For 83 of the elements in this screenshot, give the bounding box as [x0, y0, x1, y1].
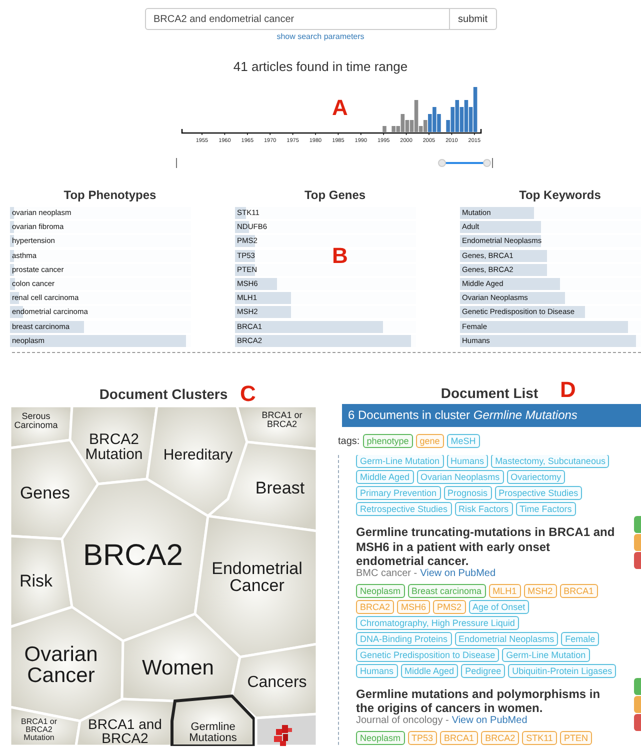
tag[interactable]: Ovarian Neoplasms	[416, 470, 504, 484]
submit-button[interactable]: submit	[450, 8, 496, 30]
journal-name: Journal of oncology -	[356, 714, 449, 726]
tag[interactable]: Humans	[446, 455, 488, 468]
feedback-button[interactable]	[634, 552, 641, 569]
tag[interactable]: MLH1	[488, 584, 521, 598]
tag[interactable]: Neoplasm	[356, 584, 405, 598]
journal-name: BMC cancer -	[356, 568, 418, 580]
section-heading: Document Clusters	[99, 384, 228, 404]
tag[interactable]: Neoplasm	[356, 730, 405, 744]
feedback-button[interactable]	[634, 714, 641, 730]
tag[interactable]: Female	[561, 632, 600, 646]
cluster-label: Women	[141, 658, 215, 678]
cluster-label: Genes	[18, 484, 72, 502]
tag[interactable]: DNA-Binding Proteins	[356, 632, 452, 646]
cluster-label: Germline Mutations	[188, 722, 238, 744]
legend-label: tags:	[338, 434, 360, 448]
cluster-label: Hereditary	[162, 448, 234, 462]
document-title: Germline mutations and polymorphisms in the origins of cancers in women.	[356, 686, 602, 716]
pubmed-link[interactable]: View on PubMed	[420, 568, 496, 580]
slider-thumb[interactable]	[438, 158, 446, 166]
document-title: Germline truncating-mutations in BRCA1 and MSH6 in a patient with early onset endometrial cancer.	[356, 525, 616, 568]
tag[interactable]: Ovariectomy	[506, 470, 566, 484]
tag[interactable]: MSH6	[397, 600, 430, 614]
tag[interactable]: MSH2	[524, 584, 557, 598]
tag[interactable]: Germ-Line Mutation	[356, 455, 444, 468]
tag[interactable]: Germ-Line Mutation	[502, 648, 590, 662]
tag[interactable]: BRCA1	[560, 584, 598, 598]
cluster-label: BRCA1 or BRCA2	[260, 411, 304, 429]
annotation-letter: A	[332, 97, 348, 119]
list-heading: Top Genes	[304, 187, 366, 204]
results-title: 41 articles found in time range	[233, 58, 408, 76]
tag[interactable]: PTEN	[560, 730, 592, 744]
cluster-label: BRCA1 and BRCA2	[87, 717, 163, 745]
pubmed-link[interactable]: View on PubMed	[452, 714, 528, 726]
list-heading: Top Keywords	[519, 187, 601, 204]
tag[interactable]: Primary Prevention	[356, 486, 441, 500]
list-header: 6 Documents in cluster Germline Mutations	[342, 404, 641, 427]
list-heading: Top Phenotypes	[64, 187, 156, 204]
tag[interactable]: Mastectomy, Subcutaneous	[491, 455, 610, 468]
tag[interactable]: Retrospective Studies	[356, 502, 452, 516]
tag[interactable]: Genetic Predisposition to Disease	[356, 648, 500, 662]
slider-thumb[interactable]	[483, 158, 492, 166]
cluster-label: Ovarian Cancer	[23, 644, 99, 686]
tag[interactable]: Risk Factors	[454, 502, 513, 516]
cluster-label: Risk	[18, 572, 54, 590]
tag[interactable]: phenotype	[362, 434, 413, 448]
cluster-label: BRCA2	[82, 541, 184, 571]
tag[interactable]: Middle Aged	[356, 470, 414, 484]
tag[interactable]: Prognosis	[444, 486, 492, 500]
tag[interactable]: Humans	[356, 664, 398, 678]
tag[interactable]: Pedigree	[461, 664, 506, 678]
histogram-bar	[382, 126, 386, 132]
cluster-label: Endometrial Cancer	[210, 560, 304, 594]
tag[interactable]: Breast carcinoma	[408, 584, 486, 598]
tag[interactable]: Prospective Studies	[494, 486, 582, 500]
range-slider[interactable]	[176, 158, 493, 168]
search-parameters-link[interactable]: show search parameters	[276, 31, 364, 43]
tag[interactable]: Middle Aged	[400, 664, 458, 678]
tag[interactable]: MeSH	[446, 434, 480, 448]
annotation-letter: C	[240, 383, 256, 405]
annotation-letter: B	[332, 245, 348, 267]
annotation-letter: D	[560, 379, 576, 401]
tag[interactable]: Ubiquitin-Protein Ligases	[508, 664, 616, 678]
tag[interactable]: Endometrial Neoplasms	[454, 632, 558, 646]
section-heading: Document List	[440, 384, 538, 402]
tag[interactable]: gene	[416, 434, 444, 448]
search-field[interactable]: BRCA2 and endometrial cancer	[144, 8, 450, 30]
tag[interactable]: BRCA2	[356, 600, 394, 614]
cluster-label: BRCA1 or BRCA2 Mutation	[20, 718, 58, 742]
tag[interactable]: Time Factors	[516, 502, 576, 516]
cluster-label: Cancers	[246, 675, 308, 691]
tag[interactable]: TP53	[408, 730, 438, 744]
tag[interactable]: STK11	[522, 730, 557, 744]
cluster-label: BRCA2 Mutation	[84, 432, 144, 462]
tag[interactable]: BRCA2	[481, 730, 520, 744]
cluster-label: Breast	[254, 480, 306, 496]
tag[interactable]: BRCA1	[440, 730, 478, 744]
tag[interactable]: PMS2	[433, 600, 466, 614]
tag[interactable]: Chromatography, High Pressure Liquid	[356, 616, 519, 630]
tag[interactable]: Age of Onset	[468, 600, 530, 614]
cluster-cell[interactable]	[170, 694, 256, 746]
cluster-label: Serous Carcinoma	[13, 412, 59, 430]
